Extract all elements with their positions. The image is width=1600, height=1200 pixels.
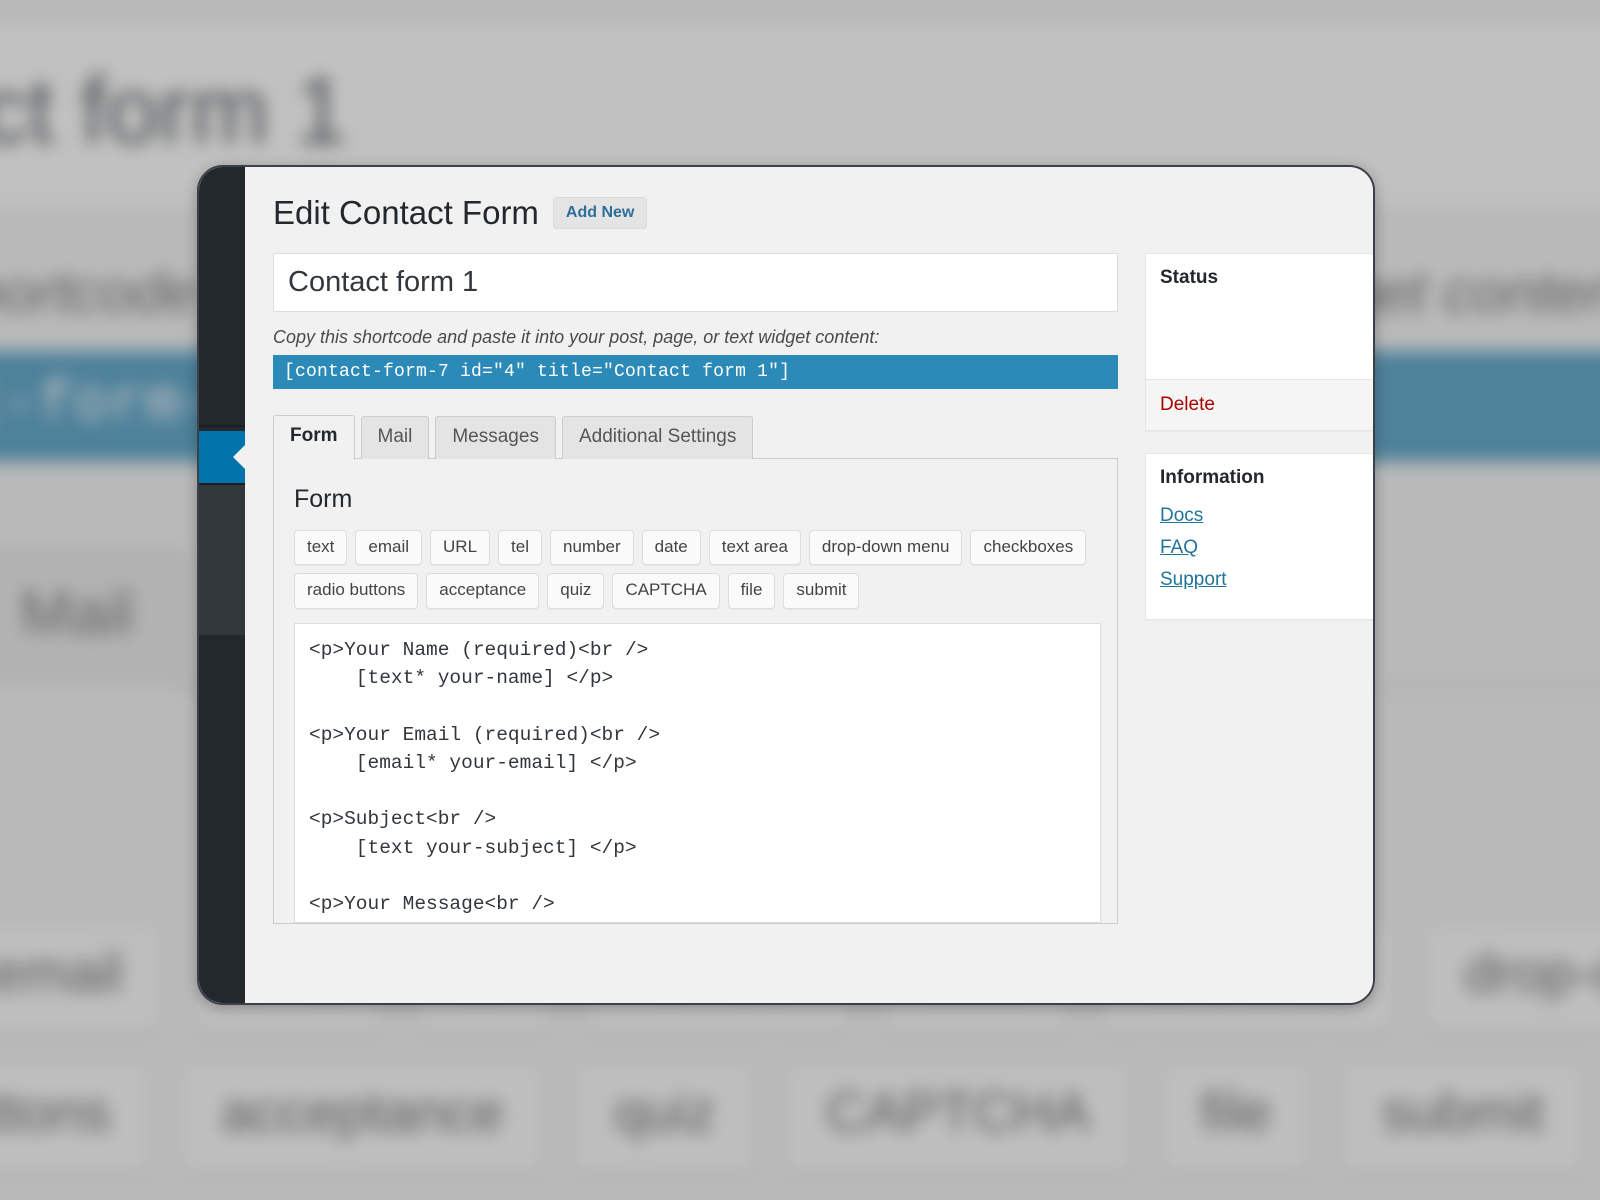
info-support-link[interactable]: Support [1160, 569, 1362, 591]
tag-button-date[interactable]: date [641, 530, 701, 566]
tag-button-text-area[interactable]: text area [708, 530, 801, 566]
info-faq-link[interactable]: FAQ [1160, 537, 1362, 559]
tag-button-checkboxes[interactable]: checkboxes [970, 530, 1087, 566]
form-code-editor[interactable]: <p>Your Name (required)<br /> [text* you… [294, 622, 1101, 923]
tag-button-row: radio buttons acceptance quiz CAPTCHA file su… [294, 573, 1097, 609]
tag-button-submit[interactable]: submit [783, 573, 860, 609]
focused-region: Edit Contact Form Add New Copy this shor… [197, 165, 1375, 1005]
form-tag-generator-buttons: text email URL tel number date text area drop-d… [294, 530, 1097, 609]
add-new-button[interactable]: Add New [552, 197, 648, 230]
admin-sidebar-separator-top [199, 425, 245, 427]
info-docs-link[interactable]: Docs [1160, 505, 1362, 527]
tag-button-radio-buttons[interactable]: radio buttons [294, 573, 419, 609]
tab-messages[interactable]: Messages [435, 416, 556, 460]
admin-menu-item-contact[interactable] [199, 431, 246, 483]
status-heading: Status [1160, 267, 1219, 289]
delete-link[interactable]: Delete [1160, 394, 1215, 415]
tag-button-tel[interactable]: tel [498, 530, 543, 566]
tablist: Form Mail Messages Additional Settings [273, 415, 1118, 461]
content-columns: Copy this shortcode and paste it into yo… [273, 253, 1373, 925]
tag-button-acceptance[interactable]: acceptance [426, 573, 540, 609]
shortcode-value[interactable]: [contact-form-7 id="4" title="Contact fo… [273, 355, 1118, 390]
status-postbox: Status Delete [1145, 253, 1373, 432]
tag-button-url[interactable]: URL [430, 530, 491, 566]
admin-menu-group[interactable] [199, 485, 245, 635]
side-column: Status Delete Information Docs FAQ Support [1145, 253, 1373, 642]
tag-button-drop-down-menu[interactable]: drop-down menu [808, 530, 963, 566]
tab-mail[interactable]: Mail [360, 416, 430, 460]
tag-button-quiz[interactable]: quiz [547, 573, 605, 609]
admin-content-area: Edit Contact Form Add New Copy this shor… [245, 167, 1373, 1003]
status-body [1146, 301, 1373, 379]
panel-heading: Form [294, 485, 353, 514]
form-title-input[interactable] [273, 253, 1118, 313]
information-postbox: Information Docs FAQ Support [1145, 453, 1373, 621]
tag-button-row: text email URL tel number date text area drop-d… [294, 530, 1097, 566]
tab-form[interactable]: Form [273, 415, 355, 461]
tag-button-email[interactable]: email [355, 530, 423, 566]
page-header: Edit Contact Form Add New [273, 194, 1373, 231]
tag-button-text[interactable]: text [294, 530, 348, 566]
information-heading: Information [1160, 467, 1265, 489]
tag-button-number[interactable]: number [550, 530, 634, 566]
form-panel: Form text email URL tel number date text area d… [273, 458, 1118, 924]
tag-button-captcha[interactable]: CAPTCHA [612, 573, 720, 609]
shortcode-help-text: Copy this shortcode and paste it into yo… [273, 327, 880, 348]
main-column: Copy this shortcode and paste it into yo… [273, 253, 1118, 925]
information-links: Docs FAQ Support [1146, 501, 1373, 619]
page-title: Edit Contact Form [273, 194, 539, 231]
admin-sidebar[interactable] [199, 167, 246, 1003]
status-footer: Delete [1146, 379, 1373, 431]
tab-additional-settings[interactable]: Additional Settings [561, 416, 754, 460]
tag-button-file[interactable]: file [727, 573, 776, 609]
